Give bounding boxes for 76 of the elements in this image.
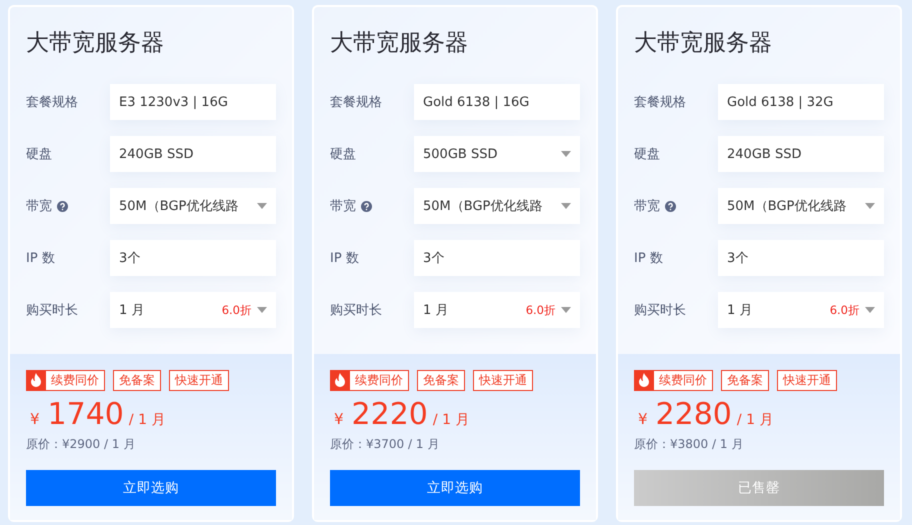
value-field: 3个 (110, 240, 276, 276)
dropdown-value: 50M（BGP优化线路 (423, 198, 544, 215)
dropdown-value: 1 月 (423, 302, 450, 319)
buy-button[interactable]: 立即选购 (330, 470, 580, 506)
price-amount: 2220 (352, 397, 428, 432)
original-price: 原价：¥3700 / 1 月 (330, 436, 440, 453)
value-field: Gold 6138 | 16G (414, 84, 580, 120)
original-price: 原价：¥2900 / 1 月 (26, 436, 136, 453)
tag: 快速开通 (473, 370, 533, 391)
field-label: IP 数 (634, 250, 663, 267)
caret-icon (865, 203, 875, 209)
dropdown[interactable]: 50M（BGP优化线路 (110, 188, 276, 224)
field-label: IP 数 (26, 250, 55, 267)
dropdown-value: 1 月 (727, 302, 754, 319)
currency-symbol: ¥ (638, 410, 648, 428)
field-label: 硬盘 (330, 146, 356, 163)
tag: 免备案 (113, 370, 161, 391)
card-title: 大带宽服务器 (26, 29, 165, 58)
price-amount: 2280 (656, 397, 732, 432)
dropdown[interactable]: 50M（BGP优化线路 (414, 188, 580, 224)
discount-label: 6.0折 (222, 302, 252, 318)
discount-label: 6.0折 (830, 302, 860, 318)
original-price: 原价：¥3800 / 1 月 (634, 436, 744, 453)
dropdown[interactable]: 500GB SSD (414, 136, 580, 172)
help-icon[interactable] (665, 200, 676, 212)
value-field: 240GB SSD (110, 136, 276, 172)
currency-symbol: ¥ (30, 410, 40, 428)
dropdown-value: 1 月 (119, 302, 146, 319)
tag: 免备案 (417, 370, 465, 391)
help-icon[interactable] (57, 200, 68, 212)
caret-icon (865, 307, 875, 313)
price-amount: 1740 (48, 397, 124, 432)
caret-icon (561, 203, 571, 209)
value-field: 240GB SSD (718, 136, 884, 172)
dropdown[interactable]: 1 月 6.0折 (718, 292, 884, 328)
dropdown[interactable]: 1 月 6.0折 (414, 292, 580, 328)
tag-label: 续费同价 (51, 372, 99, 389)
field-label: IP 数 (330, 250, 359, 267)
tag: 快速开通 (777, 370, 837, 391)
field-label: 带宽 (330, 198, 356, 215)
caret-icon (257, 307, 267, 313)
discount-label: 6.0折 (526, 302, 556, 318)
dropdown[interactable]: 50M（BGP优化线路 (718, 188, 884, 224)
card-title: 大带宽服务器 (634, 29, 773, 58)
caret-icon (561, 307, 571, 313)
field-label: 套餐规格 (634, 94, 686, 111)
card-title: 大带宽服务器 (330, 29, 469, 58)
value-field: E3 1230v3 | 16G (110, 84, 276, 120)
tag-label: 续费同价 (659, 372, 707, 389)
field-label: 带宽 (26, 198, 52, 215)
field-label: 套餐规格 (330, 94, 382, 111)
price-period: / 1 月 (128, 411, 166, 429)
tag-label: 续费同价 (355, 372, 403, 389)
field-label: 套餐规格 (26, 94, 78, 111)
field-label: 带宽 (634, 198, 660, 215)
buy-button[interactable]: 立即选购 (26, 470, 276, 506)
field-label: 硬盘 (26, 146, 52, 163)
caret-icon (561, 151, 571, 157)
tag: 免备案 (721, 370, 769, 391)
value-field: 3个 (414, 240, 580, 276)
value-field: 3个 (718, 240, 884, 276)
price-period: / 1 月 (432, 411, 470, 429)
field-label: 购买时长 (26, 302, 78, 319)
currency-symbol: ¥ (334, 410, 344, 428)
field-label: 购买时长 (330, 302, 382, 319)
dropdown[interactable]: 1 月 6.0折 (110, 292, 276, 328)
field-label: 硬盘 (634, 146, 660, 163)
dropdown-value: 50M（BGP优化线路 (119, 198, 240, 215)
dropdown-value: 50M（BGP优化线路 (727, 198, 848, 215)
field-label: 购买时长 (634, 302, 686, 319)
price-period: / 1 月 (736, 411, 774, 429)
help-icon[interactable] (361, 200, 372, 212)
tag: 快速开通 (169, 370, 229, 391)
caret-icon (257, 203, 267, 209)
dropdown-value: 500GB SSD (423, 146, 498, 162)
value-field: Gold 6138 | 32G (718, 84, 884, 120)
